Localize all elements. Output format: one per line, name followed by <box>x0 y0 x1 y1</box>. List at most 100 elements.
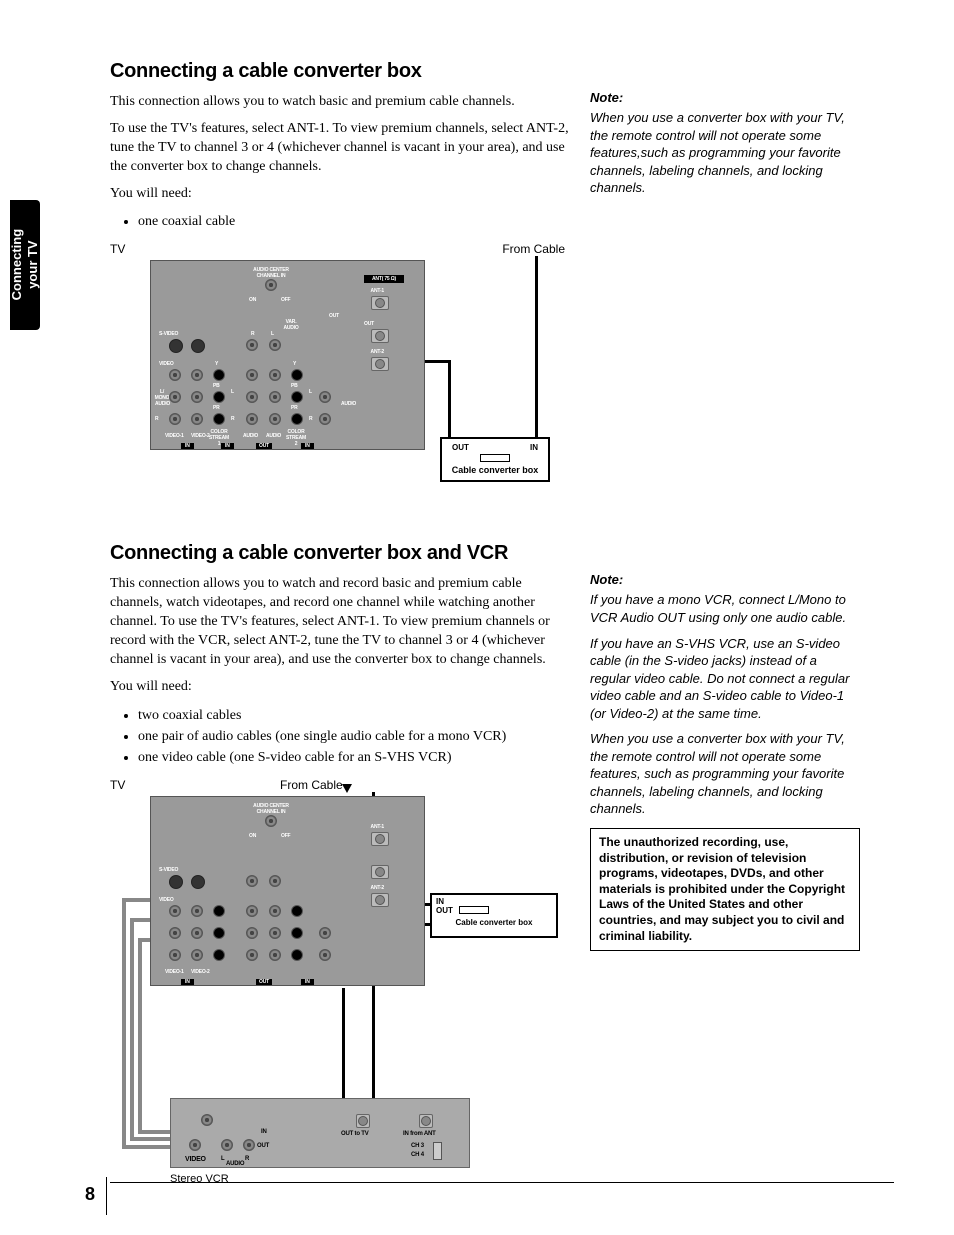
coax-ant1 <box>371 296 389 310</box>
lbl-on: ON <box>249 297 256 303</box>
section2-heading: Connecting a cable converter box and VCR <box>110 542 570 565</box>
d2-jack-out-al <box>246 927 258 939</box>
lbl-ant1: ANT-1 <box>371 288 384 294</box>
lbl-audio-row: AUDIO <box>155 401 170 407</box>
section1-note-heading: Note: <box>590 90 860 105</box>
d2-lbl-ant2: ANT-2 <box>371 885 384 891</box>
section2-need-2: one video cable (one S-video cable for a… <box>138 747 570 768</box>
d2-lbl-v2: VIDEO-2 <box>191 969 210 975</box>
converter-label: Cable converter box <box>446 465 544 475</box>
vcr-in-ant <box>419 1114 433 1128</box>
coax-ant2 <box>371 357 389 371</box>
d2-conv-label: Cable converter box <box>436 918 552 927</box>
arrow-down-icon <box>342 784 352 793</box>
vcr-out-tv <box>356 1114 370 1128</box>
d2-lbl-video: VIDEO <box>159 897 174 903</box>
d2-jack-v2-ar <box>191 949 203 961</box>
converter-box: OUT IN Cable converter box <box>440 437 550 482</box>
lbl-pr1: PR <box>213 405 220 411</box>
jack-cs1-pb <box>213 391 225 403</box>
lbl-v2: VIDEO-2 <box>191 433 210 439</box>
lbl-varaudio: VAR.AUDIO <box>281 319 301 331</box>
lbl-audio-row2: AUDIO <box>341 401 356 407</box>
section2-p2: You will need: <box>110 678 570 697</box>
lbl-l3: L <box>309 389 312 395</box>
jack-cs2-pb <box>291 391 303 403</box>
d2-wire-outtv-v <box>342 988 345 1113</box>
vcr-body: IN OUT VIDEO L R AUDIO OUT to TV IN from… <box>170 1098 470 1168</box>
page-number: 8 <box>85 1184 95 1205</box>
d2-lbl-svideo: S-VIDEO <box>159 867 178 873</box>
converter-out: OUT <box>452 443 469 452</box>
diagram-converter-box: TV From Cable AUDIO CENTERCHANNEL IN ON … <box>110 242 565 502</box>
d2-lbl-in-1: IN <box>181 979 194 985</box>
d2-jack-cs1-pr <box>213 949 225 961</box>
d2-jack-audio-center <box>265 815 277 827</box>
d2-jack-cs2-al <box>319 927 331 939</box>
jack-cs1-y <box>213 369 225 381</box>
vcr-video-lbl: VIDEO <box>185 1156 206 1163</box>
section2-main: Connecting a cable converter box and VCR… <box>110 542 570 1217</box>
section1-needs-list: one coaxial cable <box>138 211 570 232</box>
lbl-ant75: ANT( 75 Ω) <box>364 275 404 283</box>
jack-out-video <box>246 369 258 381</box>
lbl-pr2: PR <box>291 405 298 411</box>
jack-out-ar <box>246 413 258 425</box>
vcr-out-tv-lbl: OUT to TV <box>341 1131 369 1137</box>
jack-v1-al <box>169 391 181 403</box>
diag2-from-cable: From Cable <box>280 778 343 792</box>
lbl-in-1: IN <box>181 443 194 449</box>
vcr-ch3: CH 3 <box>411 1143 424 1149</box>
chapter-tab-text: Connectingyour TV <box>9 229 40 301</box>
copyright-warning: The unauthorized recording, use, distrib… <box>590 828 860 951</box>
lbl-audio-center: AUDIO CENTERCHANNEL IN <box>246 267 296 279</box>
d2-conv-in: IN <box>436 897 552 906</box>
d2-jack-cs2-pr <box>291 949 303 961</box>
lbl-r: R <box>251 331 254 337</box>
d2-jack-v1-ar <box>169 949 181 961</box>
tv-rear-panel: AUDIO CENTERCHANNEL IN ON OFF ANT( 75 Ω)… <box>150 260 425 450</box>
lbl-y2: Y <box>293 361 296 367</box>
section2-note-heading: Note: <box>590 572 860 587</box>
lbl-audio-bot: AUDIO <box>243 433 258 439</box>
d2-jack-cs2-pb <box>291 927 303 939</box>
section2-note3: When you use a converter box with your T… <box>590 730 860 818</box>
jack-audio-l-out <box>269 339 281 351</box>
d2-coax-ant-out <box>371 865 389 879</box>
d2-lbl-audio-center: AUDIO CENTERCHANNEL IN <box>246 803 296 815</box>
jack-out-video2 <box>269 369 281 381</box>
jack-out-al2 <box>269 391 281 403</box>
section2-p1: This connection allows you to watch and … <box>110 575 570 669</box>
lbl-v1: VIDEO-1 <box>165 433 184 439</box>
lbl-audio-bot2: AUDIO <box>266 433 281 439</box>
lbl-r3: R <box>309 416 312 422</box>
diagram-converter-vcr: TV From Cable <box>110 778 565 1198</box>
d2-jack-out-al2 <box>269 927 281 939</box>
vcr-video-jack <box>189 1139 201 1151</box>
d2-lbl-off: OFF <box>281 833 290 839</box>
lbl-svideo: S-VIDEO <box>159 331 178 337</box>
d2-jack-cs2-ar <box>319 949 331 961</box>
d2-jack-cs1-y <box>213 905 225 917</box>
lbl-video: VIDEO <box>159 361 174 367</box>
d2-jack-v2-al <box>191 927 203 939</box>
section1-note1: When you use a converter box with your T… <box>590 109 860 197</box>
d2-lbl-on: ON <box>249 833 256 839</box>
section1-p1: This connection allows you to watch basi… <box>110 93 570 112</box>
coax-ant-out <box>371 329 389 343</box>
lbl-in-3: IN <box>301 443 314 449</box>
lbl-out-bot: OUT <box>256 443 272 449</box>
d2-conv-out: OUT <box>436 906 453 915</box>
section2-note1: If you have a mono VCR, connect L/Mono t… <box>590 591 860 626</box>
jack-audio-center <box>265 279 277 291</box>
jack-v2-ar <box>191 413 203 425</box>
vcr-l-lbl: L <box>221 1156 224 1162</box>
section1-heading: Connecting a cable converter box <box>110 60 570 83</box>
vcr-ch-switch <box>433 1142 442 1160</box>
jack-cs2-pr <box>291 413 303 425</box>
d2-coax-ant1 <box>371 832 389 846</box>
section1-p3: You will need: <box>110 185 570 204</box>
lbl-ant2: ANT-2 <box>371 349 384 355</box>
jack-cs1-pr <box>213 413 225 425</box>
d2-lbl-out-bot: OUT <box>256 979 272 985</box>
